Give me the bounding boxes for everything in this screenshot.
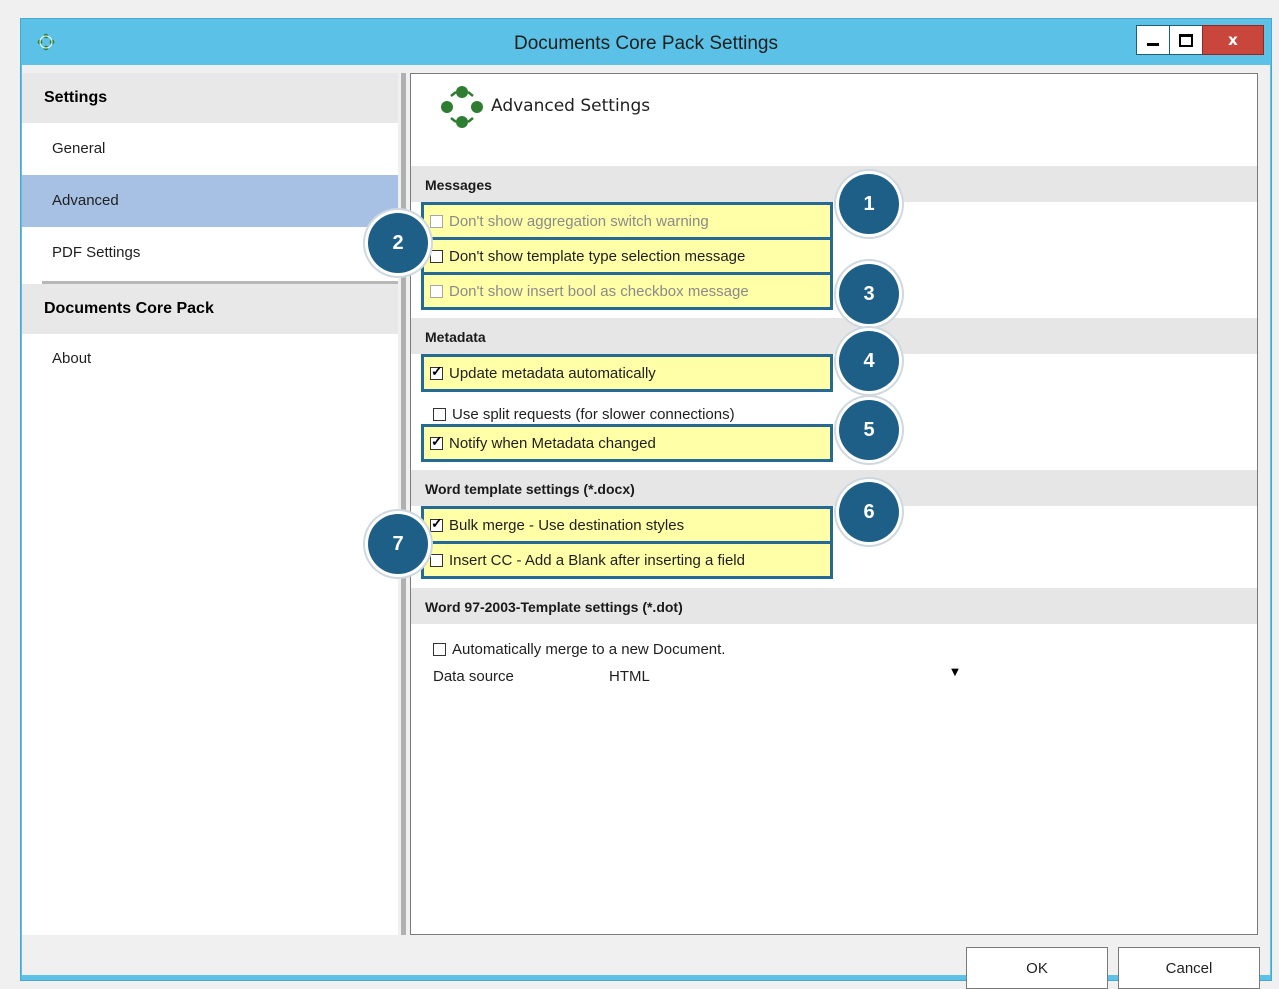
close-icon: x <box>1228 31 1238 49</box>
insert-bool-message-checkbox[interactable] <box>430 284 443 298</box>
callout-badge-6: 6 <box>839 482 899 542</box>
maximize-icon <box>1179 33 1193 47</box>
section-word-docx: Word template settings (*.docx) <box>411 470 1257 506</box>
option-notify-metadata[interactable]: Notify when Metadata changed <box>421 424 833 462</box>
sidebar: Settings General Advanced PDF Settings D… <box>22 73 398 935</box>
sidebar-item-general[interactable]: General <box>22 123 398 175</box>
option-insert-cc[interactable]: Insert CC - Add a Blank after inserting … <box>421 541 833 579</box>
notify-metadata-checkbox[interactable] <box>430 433 443 450</box>
callout-badge-3: 3 <box>839 264 899 324</box>
minimize-button[interactable] <box>1136 25 1170 55</box>
advanced-settings-logo-icon <box>441 86 483 128</box>
callout-badge-7: 7 <box>368 514 428 574</box>
option-bulk-merge[interactable]: Bulk merge - Use destination styles <box>421 506 833 544</box>
callout-badge-2: 2 <box>368 213 428 273</box>
advanced-settings-panel: Advanced Settings Messages Don't show ag… <box>410 73 1258 935</box>
option-label: Update metadata automatically <box>449 364 656 382</box>
option-insert-bool-message[interactable]: Don't show insert bool as checkbox messa… <box>421 272 833 310</box>
section-word-dot: Word 97-2003-Template settings (*.dot) <box>411 588 1257 624</box>
sidebar-item-about[interactable]: About <box>22 333 398 385</box>
option-update-metadata[interactable]: Update metadata automatically <box>421 354 833 392</box>
cancel-button[interactable]: Cancel <box>1118 947 1260 989</box>
callout-badge-5: 5 <box>839 400 899 460</box>
panel-title: Advanced Settings <box>491 96 651 116</box>
option-label: Bulk merge - Use destination styles <box>449 516 685 534</box>
data-source-label: Data source <box>433 668 514 685</box>
option-label: Don't show insert bool as checkbox messa… <box>449 282 749 300</box>
settings-window: Documents Core Pack Settings x Settings … <box>20 18 1272 989</box>
section-metadata: Metadata <box>411 318 1257 354</box>
update-metadata-checkbox[interactable] <box>430 363 443 380</box>
template-type-message-checkbox[interactable] <box>430 249 443 263</box>
ok-button[interactable]: OK <box>966 947 1108 989</box>
bulk-merge-checkbox[interactable] <box>430 515 443 532</box>
option-auto-merge[interactable]: Automatically merge to a new Document. <box>433 630 725 668</box>
auto-merge-checkbox[interactable] <box>433 642 446 656</box>
aggregation-warning-checkbox[interactable] <box>430 214 443 228</box>
sidebar-item-pdf-settings[interactable]: PDF Settings <box>22 227 398 279</box>
close-button[interactable]: x <box>1202 25 1264 55</box>
callout-badge-4: 4 <box>839 331 899 391</box>
option-label: Insert CC - Add a Blank after inserting … <box>449 551 745 569</box>
window-controls: x <box>1136 25 1264 55</box>
data-source-select[interactable]: HTML <box>609 668 650 685</box>
callout-badge-1: 1 <box>839 174 899 234</box>
minimize-icon <box>1147 42 1159 46</box>
dropdown-arrow-icon[interactable]: ▼ <box>941 658 969 686</box>
window-title: Documents Core Pack Settings <box>513 33 778 54</box>
sidebar-header-settings: Settings <box>22 73 398 123</box>
option-label: Don't show template type selection messa… <box>449 247 746 265</box>
split-requests-checkbox[interactable] <box>433 407 446 421</box>
option-template-type-message[interactable]: Don't show template type selection messa… <box>421 237 833 275</box>
option-aggregation-warning[interactable]: Don't show aggregation switch warning <box>421 202 833 240</box>
option-label: Use split requests (for slower connectio… <box>452 405 735 423</box>
window-client: Settings General Advanced PDF Settings D… <box>22 65 1270 989</box>
maximize-button[interactable] <box>1169 25 1203 55</box>
insert-cc-checkbox[interactable] <box>430 553 443 567</box>
sidebar-item-advanced[interactable]: Advanced <box>22 175 398 227</box>
option-label: Notify when Metadata changed <box>449 434 656 452</box>
panel-splitter[interactable] <box>401 73 406 935</box>
section-messages: Messages <box>411 166 1257 202</box>
option-label: Automatically merge to a new Document. <box>452 640 726 658</box>
title-bar[interactable]: Documents Core Pack Settings x <box>21 19 1271 65</box>
sidebar-header-documents-core-pack: Documents Core Pack <box>22 284 398 334</box>
option-label: Don't show aggregation switch warning <box>449 212 709 230</box>
